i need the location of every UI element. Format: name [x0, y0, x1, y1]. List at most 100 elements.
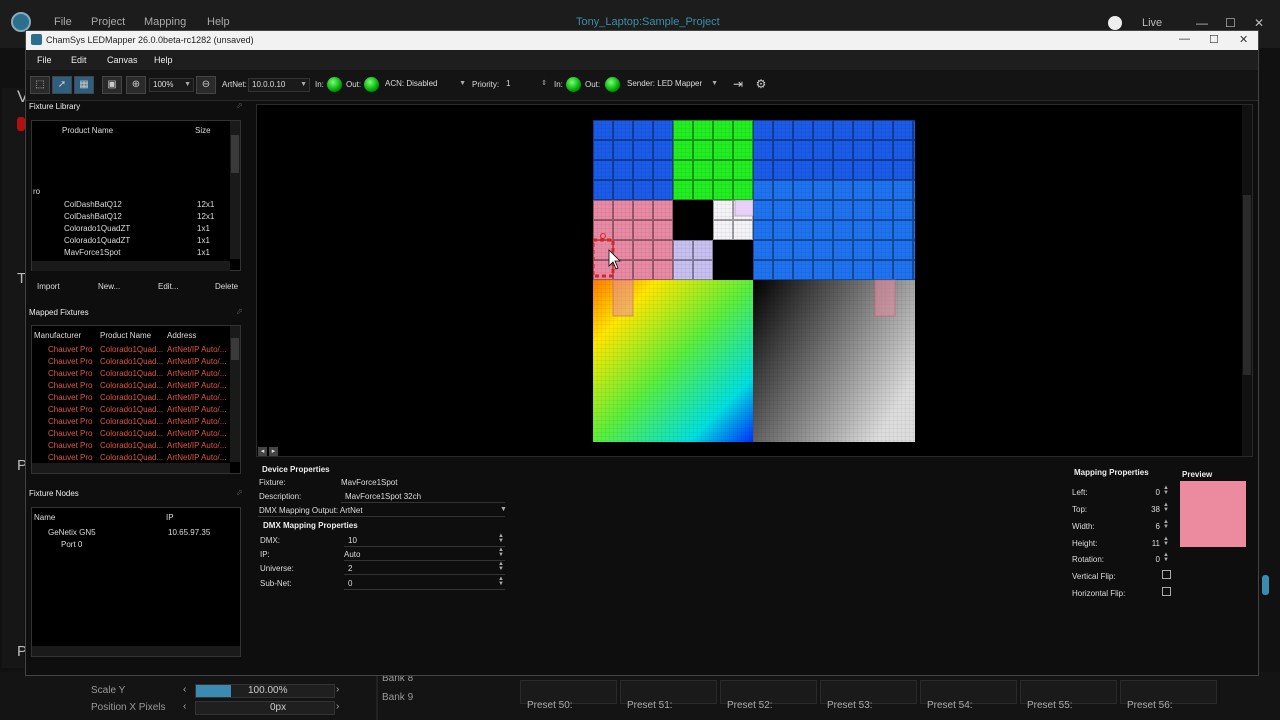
- spin-arrows-icon[interactable]: ▲ ▼: [498, 533, 504, 544]
- table-cell[interactable]: Colorado1Quad...: [100, 393, 163, 402]
- menu-edit[interactable]: Edit: [71, 55, 87, 65]
- new-button[interactable]: New...: [98, 282, 120, 291]
- list-item[interactable]: ColDashBatQ12: [64, 200, 122, 209]
- column-name[interactable]: Name: [34, 513, 55, 522]
- table-cell[interactable]: ArtNet/IP Auto/...: [167, 405, 226, 414]
- fixture-nodes-hscroll[interactable]: [32, 646, 240, 656]
- panel-pin-icon[interactable]: ⬀: [236, 307, 243, 316]
- pos-x-decrease-icon[interactable]: ‹: [183, 701, 186, 712]
- spin-arrows-icon[interactable]: ▲ ▼: [1163, 485, 1169, 496]
- table-cell[interactable]: Colorado1Quad...: [100, 357, 163, 366]
- priority-spinbox[interactable]: 1 ⇕: [503, 78, 549, 92]
- table-cell[interactable]: ArtNet/IP Auto/...: [167, 345, 226, 354]
- canvas-scroll-left-icon[interactable]: ◂: [258, 447, 267, 456]
- spin-arrows-icon[interactable]: ▲ ▼: [498, 547, 504, 558]
- spin-arrows-icon[interactable]: ▲ ▼: [1163, 502, 1169, 513]
- mapped-fixture[interactable]: [874, 279, 896, 317]
- select-tool-icon[interactable]: ⬚: [30, 76, 50, 94]
- zoom-in-icon[interactable]: ⊕: [126, 76, 146, 94]
- column-address[interactable]: Address: [167, 331, 196, 340]
- table-cell[interactable]: Colorado1Quad...: [100, 345, 163, 354]
- panel-pin-icon[interactable]: ⬀: [236, 101, 243, 110]
- import-button[interactable]: Import: [37, 282, 60, 291]
- column-product-name[interactable]: Product Name: [100, 331, 151, 340]
- rotation-value[interactable]: 0: [1150, 555, 1160, 564]
- width-value[interactable]: 6: [1150, 522, 1160, 531]
- table-cell[interactable]: ArtNet/IP Auto/...: [167, 429, 226, 438]
- chevron-down-icon[interactable]: ▼: [500, 506, 507, 513]
- table-cell[interactable]: ArtNet/IP Auto/...: [167, 357, 226, 366]
- left-value[interactable]: 0: [1150, 488, 1160, 497]
- menu-help[interactable]: Help: [154, 55, 173, 65]
- window-close-icon[interactable]: ✕: [1239, 33, 1248, 46]
- table-row[interactable]: Chauvet Pro: [48, 357, 92, 366]
- dmx-spinbox[interactable]: [344, 533, 505, 547]
- spin-arrows-icon[interactable]: ▲ ▼: [498, 561, 504, 572]
- table-cell[interactable]: ArtNet/IP Auto/...: [167, 369, 226, 378]
- mapped-fixture[interactable]: [612, 279, 634, 317]
- host-menu-project[interactable]: Project: [91, 16, 125, 28]
- mapped-fixtures-hscroll[interactable]: [32, 463, 230, 473]
- list-item[interactable]: Colorado1QuadZT: [64, 236, 130, 245]
- spin-arrows-icon[interactable]: ▲ ▼: [1163, 552, 1169, 563]
- table-cell[interactable]: Colorado1Quad...: [100, 417, 163, 426]
- canvas-scroll-right-icon[interactable]: ▸: [269, 447, 278, 456]
- mapped-fixture[interactable]: [734, 199, 754, 217]
- fixture-library-hscroll[interactable]: [32, 261, 230, 271]
- spin-arrows-icon[interactable]: ▲ ▼: [498, 576, 504, 587]
- zoom-out-icon[interactable]: ⊖: [196, 76, 216, 94]
- list-item[interactable]: ColDashBatQ12: [64, 212, 122, 221]
- height-value[interactable]: 11: [1144, 539, 1160, 548]
- host-menu-file[interactable]: File: [54, 16, 72, 28]
- mapping-canvas-area[interactable]: [256, 104, 1253, 457]
- scroll-thumb[interactable]: [231, 135, 239, 173]
- host-menu-mapping[interactable]: Mapping: [144, 16, 186, 28]
- host-scroll-thumb[interactable]: [1262, 575, 1269, 595]
- table-cell[interactable]: ArtNet/IP Auto/...: [167, 441, 226, 450]
- delete-button[interactable]: Delete: [215, 282, 238, 291]
- window-minimize-icon[interactable]: —: [1179, 33, 1190, 45]
- vertical-flip-checkbox[interactable]: [1162, 570, 1171, 579]
- table-row[interactable]: Chauvet Pro: [48, 405, 92, 414]
- grid-tool-icon[interactable]: ▦: [74, 76, 94, 94]
- window-maximize-icon[interactable]: ☐: [1209, 33, 1219, 46]
- node-name[interactable]: GeNetix GN5: [48, 528, 96, 537]
- panel-pin-icon[interactable]: ⬀: [236, 488, 243, 497]
- table-row[interactable]: Chauvet Pro: [48, 369, 92, 378]
- table-cell[interactable]: ArtNet/IP Auto/...: [167, 381, 226, 390]
- table-cell[interactable]: ArtNet/IP Auto/...: [167, 393, 226, 402]
- scale-y-increase-icon[interactable]: ›: [336, 684, 339, 695]
- list-group[interactable]: ro: [33, 187, 40, 196]
- table-cell[interactable]: Colorado1Quad...: [100, 453, 163, 462]
- menu-file[interactable]: File: [37, 55, 52, 65]
- column-ip[interactable]: IP: [166, 513, 174, 522]
- sender-select[interactable]: Sender: LED Mapper ▼: [624, 78, 720, 92]
- pos-x-slider[interactable]: [195, 701, 335, 715]
- fixture-library-vscroll[interactable]: [230, 121, 240, 259]
- column-manufacturer[interactable]: Manufacturer: [34, 331, 81, 340]
- pos-x-increase-icon[interactable]: ›: [336, 701, 339, 712]
- spin-arrows-icon[interactable]: ▲ ▼: [1163, 519, 1169, 530]
- bank-9[interactable]: Bank 9: [382, 692, 413, 703]
- subnet-spinbox[interactable]: [344, 576, 505, 590]
- horizontal-flip-checkbox[interactable]: [1162, 587, 1171, 596]
- universe-spinbox[interactable]: [344, 561, 505, 575]
- table-cell[interactable]: Colorado1Quad...: [100, 429, 163, 438]
- live-toggle-icon[interactable]: [1108, 16, 1122, 30]
- top-value[interactable]: 38: [1144, 505, 1160, 514]
- column-size[interactable]: Size: [195, 126, 211, 135]
- list-item[interactable]: MavForce1Spot: [64, 248, 120, 257]
- table-row[interactable]: Chauvet Pro: [48, 393, 92, 402]
- image-tool-icon[interactable]: ▣: [102, 76, 122, 94]
- list-item[interactable]: Colorado1QuadZT: [64, 224, 130, 233]
- table-row[interactable]: Chauvet Pro: [48, 381, 92, 390]
- menu-canvas[interactable]: Canvas: [107, 55, 138, 65]
- ip-field[interactable]: [344, 547, 505, 561]
- led-canvas[interactable]: [593, 120, 915, 442]
- acn-select[interactable]: ACN: Disabled ▼: [382, 78, 468, 92]
- edit-button[interactable]: Edit...: [158, 282, 178, 291]
- column-product-name[interactable]: Product Name: [62, 126, 113, 135]
- table-row[interactable]: Chauvet Pro: [48, 441, 92, 450]
- artnet-ip-select[interactable]: 10.0.0.10 ▼: [248, 78, 310, 92]
- scale-y-decrease-icon[interactable]: ‹: [183, 684, 186, 695]
